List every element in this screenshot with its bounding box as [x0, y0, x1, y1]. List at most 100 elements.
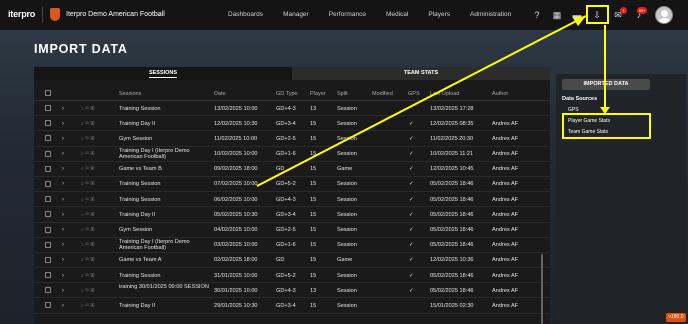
- table-row[interactable]: › ⌕ ⚭ ▣ Gym Session 04/02/2025 10:00 GD+2-5 1…: [34, 223, 550, 238]
- tab-team-stats-label: TEAM STATS: [403, 70, 439, 76]
- row-expand-chevron-icon[interactable]: ›: [62, 106, 64, 112]
- nav-manager[interactable]: Manager: [283, 11, 309, 18]
- row-actions-icons[interactable]: ⌕ ⚭ ▣: [81, 273, 94, 279]
- split: Session: [337, 135, 357, 142]
- row-expand-chevron-icon[interactable]: ›: [62, 303, 64, 309]
- row-expand-chevron-icon[interactable]: ›: [62, 121, 64, 127]
- calendar-icon[interactable]: ▦: [550, 8, 564, 22]
- row-checkbox[interactable]: [45, 241, 51, 248]
- row-expand-chevron-icon[interactable]: ›: [62, 288, 64, 294]
- row-checkbox[interactable]: [45, 302, 51, 309]
- table-row[interactable]: › ⌕ ⚭ ▣ Training Day II 12/02/2025 10:30 GD+…: [34, 116, 550, 132]
- data-source-gps[interactable]: GPS: [568, 107, 579, 113]
- data-source-team-game-stats[interactable]: Team Game Stats: [568, 129, 608, 135]
- header-date[interactable]: Date: [214, 91, 226, 97]
- imported-data-button[interactable]: IMPORTED DATA: [562, 79, 650, 90]
- last-upload: 11/02/2025 20:30: [430, 135, 474, 142]
- gps-check: ✓: [409, 181, 414, 188]
- table-row[interactable]: › ⌕ ⚭ ▣ Training Day I (Iterpro Demo Ameri…: [34, 238, 550, 253]
- help-icon[interactable]: ?: [530, 8, 544, 22]
- gps-check: ✓: [409, 135, 414, 142]
- row-checkbox[interactable]: [45, 105, 51, 111]
- header-author[interactable]: Author: [492, 91, 508, 97]
- gd-type: GD+5-2: [276, 181, 296, 188]
- row-checkbox[interactable]: [45, 272, 51, 279]
- row-checkbox[interactable]: [45, 196, 51, 203]
- nav-administration[interactable]: Administration: [470, 11, 511, 18]
- row-expand-chevron-icon[interactable]: ›: [62, 181, 64, 187]
- table-row[interactable]: › ⌕ ⚭ ▣ Training Session 07/02/2025 10:00 GD…: [34, 177, 550, 193]
- gd-type: GD+3-4: [276, 302, 296, 309]
- row-expand-chevron-icon[interactable]: ›: [62, 227, 64, 233]
- row-actions-icons[interactable]: ⌕ ⚭ ▣: [81, 136, 94, 142]
- row-checkbox[interactable]: [45, 180, 51, 187]
- club-selector[interactable]: Iterpro Demo American Football: [66, 11, 165, 18]
- nav-dashboards[interactable]: Dashboards: [228, 11, 263, 18]
- row-checkbox[interactable]: [45, 150, 51, 157]
- row-expand-chevron-icon[interactable]: ›: [62, 212, 64, 218]
- table-row[interactable]: › ⌕ ⚭ ▣ Training Day II 05/02/2025 10:30 GD+…: [34, 207, 550, 223]
- nav-players[interactable]: Players: [428, 11, 450, 18]
- select-all-checkbox[interactable]: [45, 90, 51, 96]
- import-icon[interactable]: ⇩: [590, 8, 604, 22]
- table-row[interactable]: › ⌕ ⚭ ▣ Training Session 31/01/2025 10:00 GD…: [34, 268, 550, 284]
- row-expand-chevron-icon[interactable]: ›: [62, 166, 64, 172]
- table-row[interactable]: › ⌕ ⚭ ▣ Training Session 13/02/2025 10:00 GD…: [34, 101, 550, 117]
- header-last-upload[interactable]: Last Upload: [430, 91, 459, 97]
- tab-team-stats[interactable]: TEAM STATS: [292, 67, 550, 80]
- nav-performance[interactable]: Performance: [329, 11, 366, 18]
- row-checkbox[interactable]: [45, 226, 51, 233]
- session-date: 04/02/2025 10:00: [214, 227, 258, 233]
- row-expand-chevron-icon[interactable]: ›: [62, 197, 64, 203]
- header-split[interactable]: Split: [337, 91, 348, 97]
- row-actions-icons[interactable]: ⌕ ⚭ ▣: [81, 288, 94, 294]
- row-checkbox[interactable]: [45, 165, 51, 172]
- row-expand-chevron-icon[interactable]: ›: [62, 151, 64, 157]
- folder-icon[interactable]: ▬: [570, 8, 584, 22]
- row-actions-icons[interactable]: ⌕ ⚭ ▣: [81, 212, 94, 218]
- top-navigation-bar: iterpro Iterpro Demo American Football ⌄…: [0, 0, 688, 30]
- row-expand-chevron-icon[interactable]: ›: [62, 136, 64, 142]
- version-badge: v180.0: [666, 313, 686, 322]
- row-expand-chevron-icon[interactable]: ›: [62, 273, 64, 279]
- data-sources-label: Data Sources: [562, 96, 598, 102]
- row-actions-icons[interactable]: ⌕ ⚭ ▣: [81, 197, 94, 203]
- table-row[interactable]: › ⌕ ⚭ ▣ Training Session 06/02/2025 10:00 GD…: [34, 192, 550, 208]
- row-checkbox[interactable]: [45, 120, 51, 127]
- table-scrollbar[interactable]: [541, 254, 543, 324]
- row-expand-chevron-icon[interactable]: ›: [62, 257, 64, 263]
- row-actions-icons[interactable]: ⌕ ⚭ ▣: [81, 303, 94, 309]
- table-row[interactable]: › ⌕ ⚭ ▣ Training Day II 29/01/2025 10:30 GD+…: [34, 298, 550, 314]
- iterpro-logo[interactable]: iterpro: [8, 9, 35, 19]
- row-actions-icons[interactable]: ⌕ ⚭ ▣: [81, 106, 94, 112]
- row-checkbox[interactable]: [45, 135, 51, 142]
- row-expand-chevron-icon[interactable]: ›: [62, 242, 64, 248]
- row-actions-icons[interactable]: ⌕ ⚭ ▣: [81, 166, 94, 172]
- row-actions-icons[interactable]: ⌕ ⚭ ▣: [81, 181, 94, 187]
- row-actions-icons[interactable]: ⌕ ⚭ ▣: [81, 121, 94, 127]
- nav-medical[interactable]: Medical: [386, 11, 408, 18]
- header-player[interactable]: Player: [310, 91, 326, 97]
- avatar[interactable]: [655, 6, 673, 24]
- table-row[interactable]: › ⌕ ⚭ ▣ Gym Session 11/02/2025 10:00 GD+2-5 1…: [34, 131, 550, 147]
- row-actions-icons[interactable]: ⌕ ⚭ ▣: [81, 257, 94, 263]
- row-actions-icons[interactable]: ⌕ ⚭ ▣: [81, 151, 94, 157]
- row-checkbox[interactable]: [45, 287, 51, 294]
- tab-sessions[interactable]: SESSIONS: [34, 67, 292, 80]
- row-checkbox[interactable]: [45, 256, 51, 263]
- header-sessions[interactable]: Sessions: [119, 91, 141, 97]
- chevron-down-icon[interactable]: ⌄: [156, 10, 162, 18]
- table-row[interactable]: › ⌕ ⚭ ▣ Training Day I (Iterpro Demo Ameri…: [34, 147, 550, 162]
- gps-check: ✓: [409, 166, 414, 173]
- table-row[interactable]: › ⌕ ⚭ ▣ training 30/01/2025 09:00 SESSION 3…: [34, 283, 550, 299]
- row-actions-icons[interactable]: ⌕ ⚭ ▣: [81, 227, 94, 233]
- row-checkbox[interactable]: [45, 211, 51, 218]
- table-row[interactable]: › ⌕ ⚭ ▣ Game vs Team B 09/02/2025 18:00 GD 15…: [34, 162, 550, 177]
- last-upload: 05/02/2025 18:46: [430, 272, 474, 279]
- header-modified[interactable]: Modified: [372, 91, 393, 97]
- data-source-player-game-stats[interactable]: Player Game Stats: [568, 118, 610, 124]
- header-gd-type[interactable]: GD Type: [276, 91, 298, 97]
- header-gps[interactable]: GPS: [408, 91, 420, 97]
- row-actions-icons[interactable]: ⌕ ⚭ ▣: [81, 242, 94, 248]
- table-row[interactable]: › ⌕ ⚭ ▣ Game vs Team A 02/02/2025 18:00 GD 15…: [34, 253, 550, 269]
